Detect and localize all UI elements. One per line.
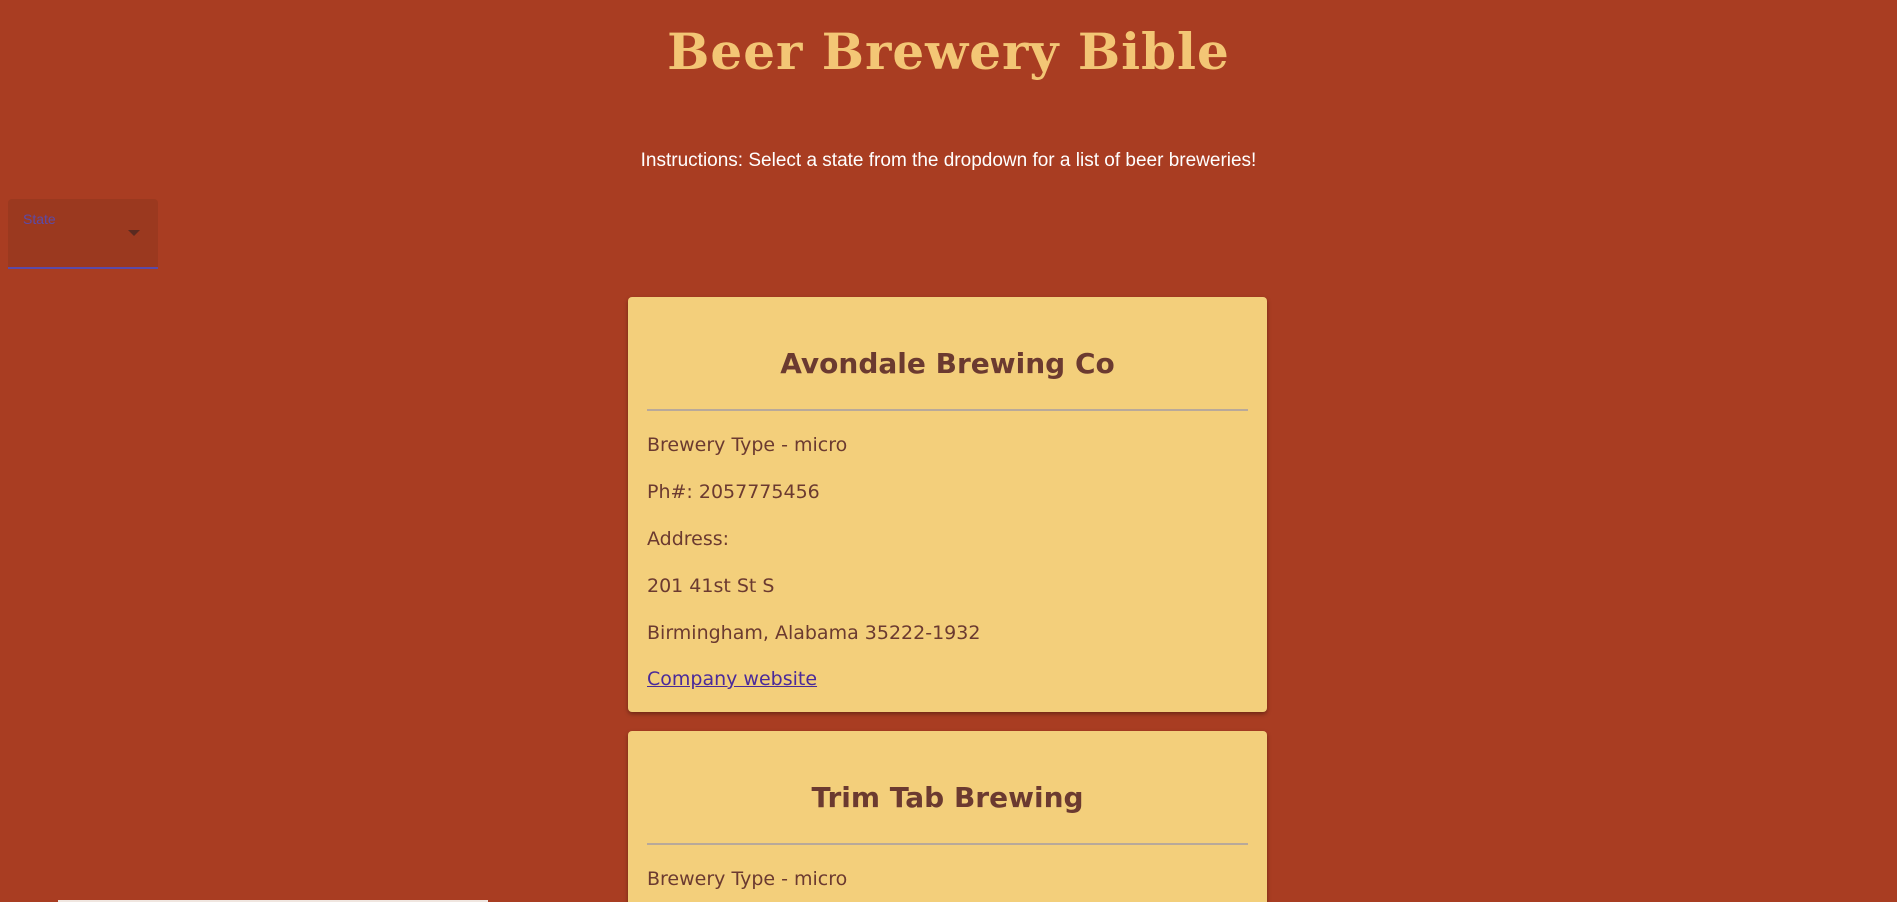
- instructions-text: Instructions: Select a state from the dr…: [640, 150, 1257, 171]
- card-divider: [647, 409, 1248, 411]
- chevron-down-icon[interactable]: [128, 230, 140, 236]
- card-divider: [647, 843, 1248, 845]
- brewery-card: Trim Tab Brewing Brewery Type - micro: [628, 731, 1267, 902]
- page-title: Beer Brewery Bible: [667, 22, 1230, 81]
- state-dropdown-label: State: [23, 211, 56, 227]
- brewery-type: Brewery Type - micro: [647, 868, 848, 890]
- address-street: 201 41st St S: [647, 575, 775, 597]
- brewery-phone: Ph#: 2057775456: [647, 481, 820, 503]
- address-label: Address:: [647, 528, 730, 550]
- address-city: Birmingham, Alabama 35222-1932: [647, 622, 981, 644]
- state-dropdown[interactable]: State: [8, 199, 158, 269]
- brewery-name: Avondale Brewing Co: [780, 347, 1115, 380]
- company-website-link[interactable]: Company website: [647, 668, 817, 690]
- brewery-card: Avondale Brewing Co Brewery Type - micro…: [628, 297, 1267, 712]
- brewery-name: Trim Tab Brewing: [811, 781, 1084, 814]
- brewery-type: Brewery Type - micro: [647, 434, 848, 456]
